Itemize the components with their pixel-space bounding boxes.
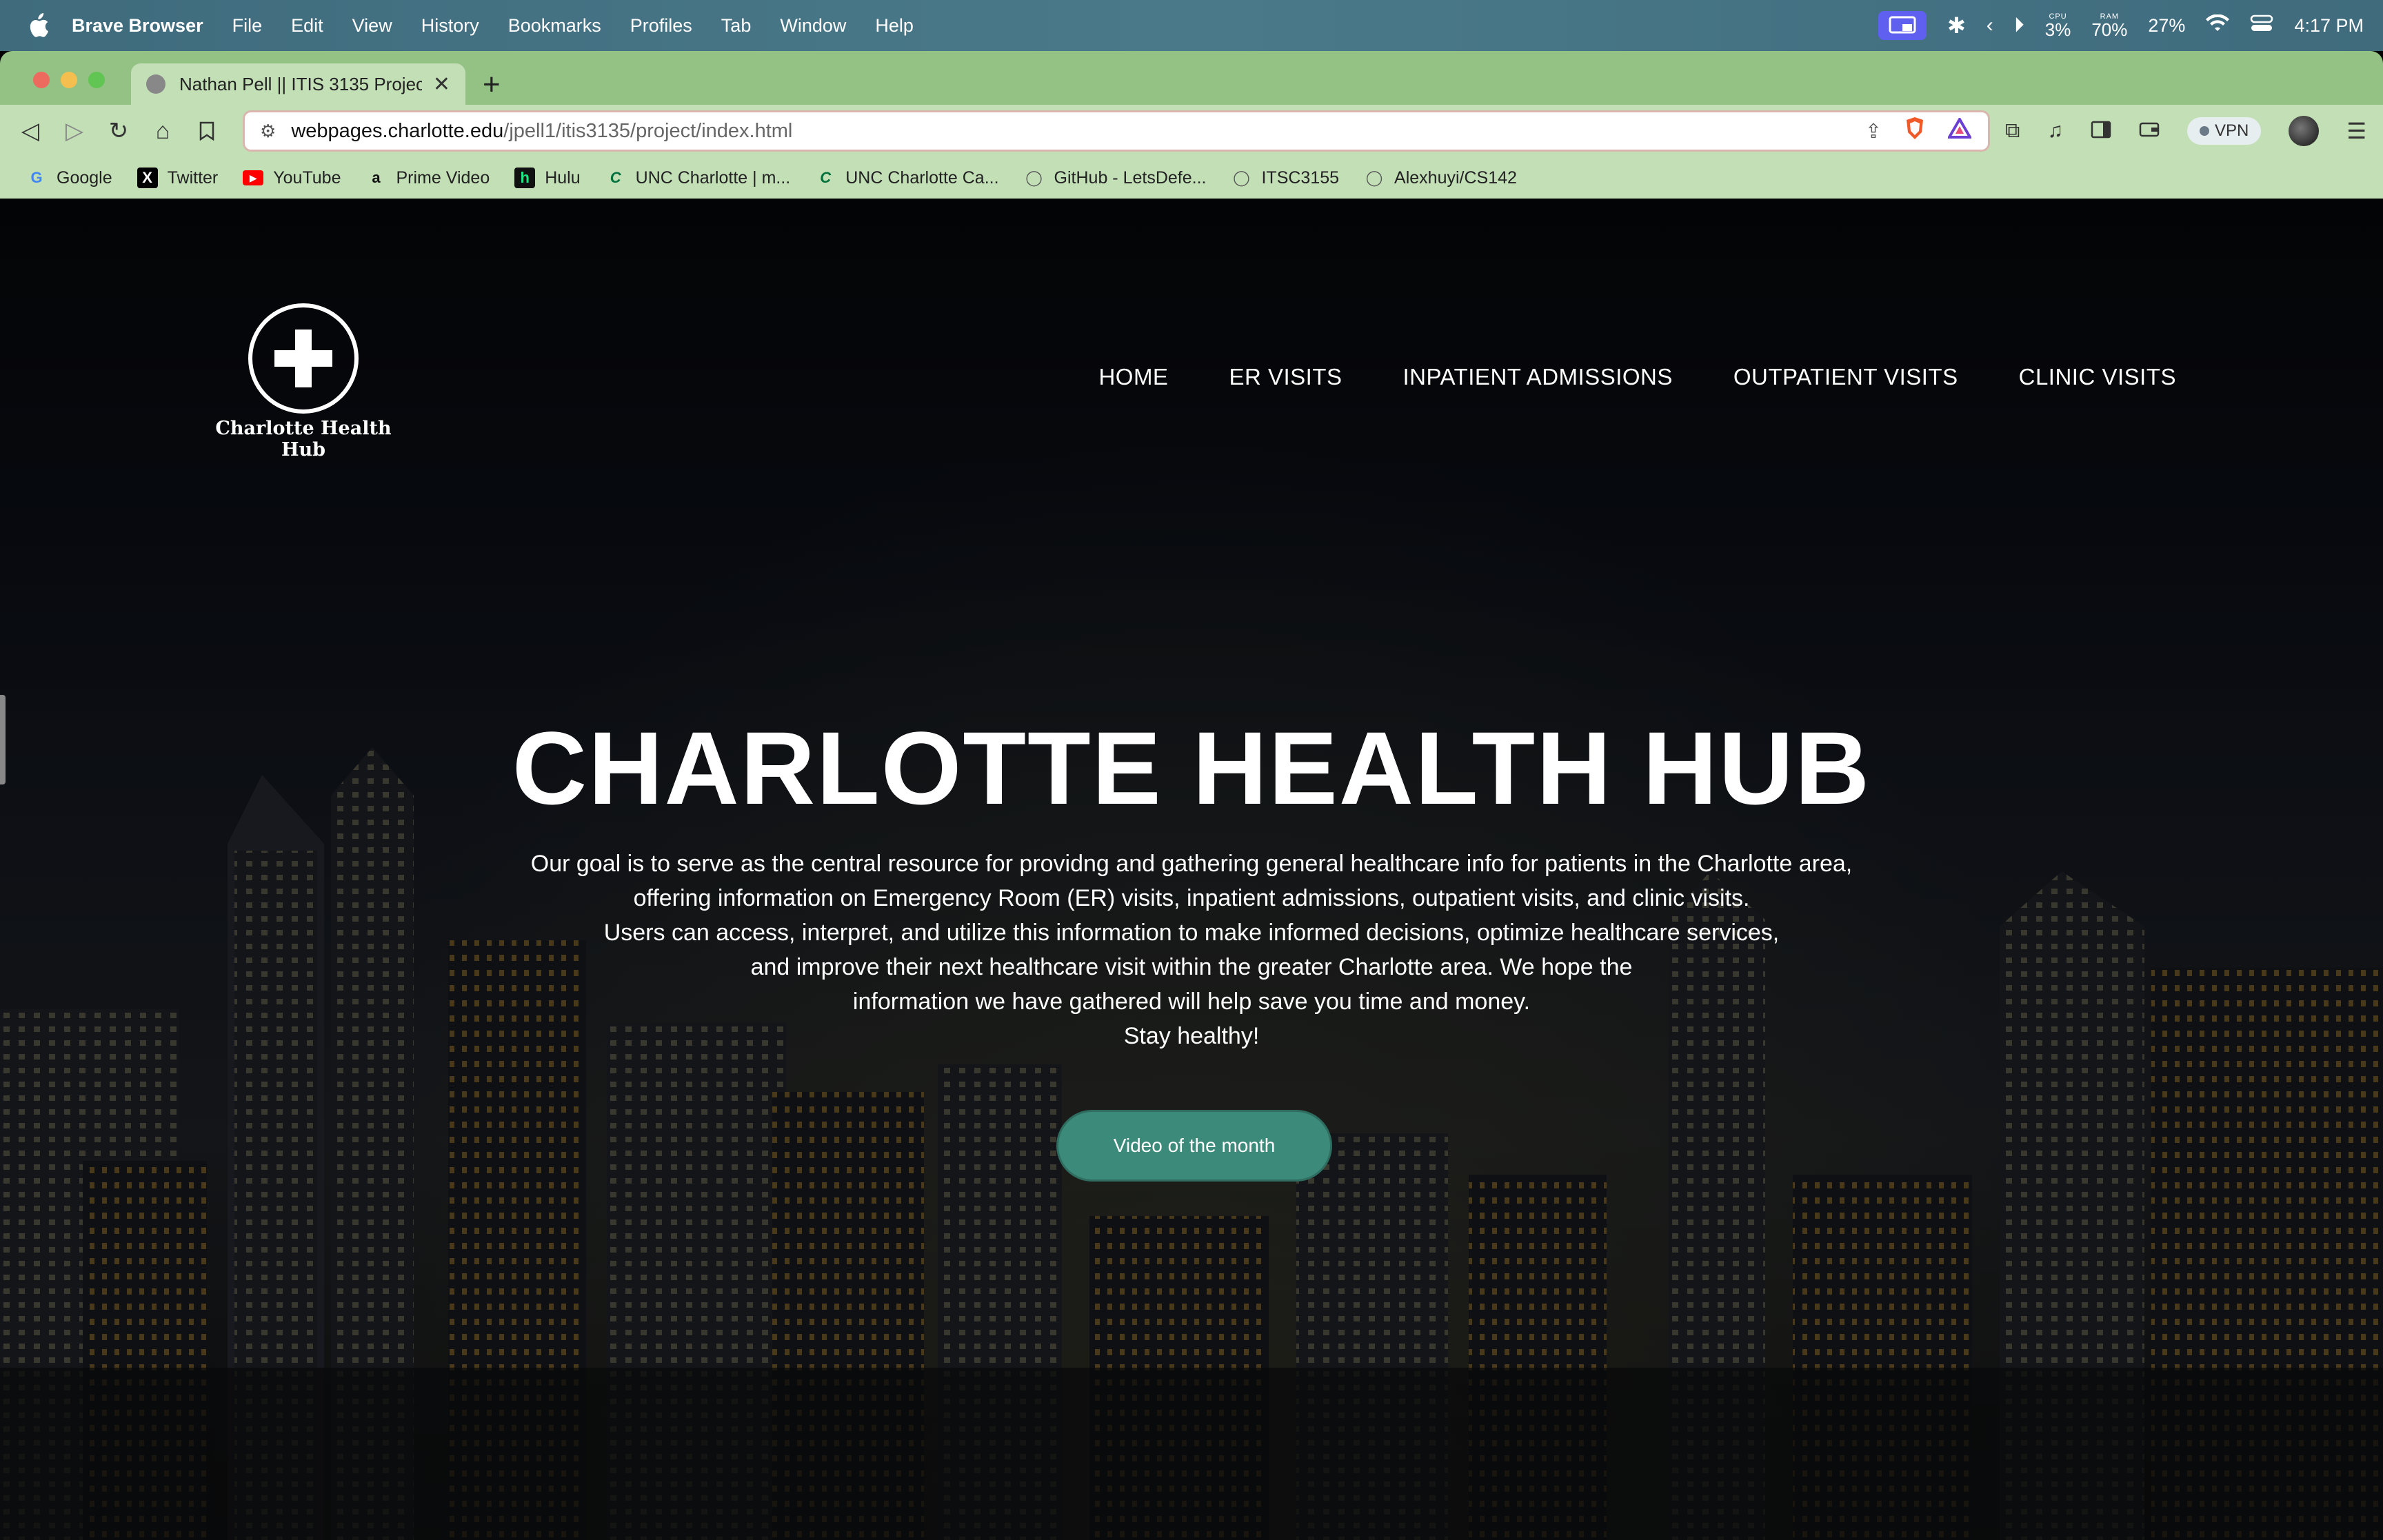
bookmark-prime-video[interactable]: a Prime Video — [366, 168, 490, 188]
bookmark-twitter[interactable]: X Twitter — [137, 168, 218, 188]
address-bar[interactable]: ⚙ webpages.charlotte.edu /jpell1/itis313… — [243, 110, 1990, 152]
bookmark-unc-charlotte-m[interactable]: C UNC Charlotte | m... — [605, 168, 791, 188]
play-circle-icon[interactable]: ⏵ — [2014, 14, 2024, 37]
menu-edit[interactable]: Edit — [291, 15, 323, 37]
github-icon: ◯ — [1025, 169, 1043, 186]
menu-history[interactable]: History — [421, 15, 479, 37]
tab-favicon-icon — [146, 74, 165, 94]
github-icon: ◯ — [1365, 169, 1383, 186]
control-center-icon[interactable] — [2250, 14, 2273, 37]
menu-view[interactable]: View — [352, 15, 392, 37]
menu-window[interactable]: Window — [780, 15, 846, 37]
menu-icon[interactable]: ☰ — [2346, 118, 2366, 144]
chevron-left-icon[interactable]: ‹ — [1987, 14, 1993, 37]
bookmark-alexhuyi-cs142[interactable]: ◯ Alexhuyi/CS142 — [1364, 168, 1517, 188]
nav-outpatient-visits[interactable]: OUTPATIENT VISITS — [1733, 364, 1958, 390]
browser-toolbar: ◁ ▷ ↻ ⌂ ⚙ webpages.charlotte.edu /jpell1… — [0, 105, 2383, 157]
hero-title: CHARLOTTE HEALTH HUB — [512, 710, 1871, 826]
vpn-label: VPN — [2214, 121, 2249, 140]
hero-line: information we have gathered will help s… — [852, 989, 1531, 1015]
hero-line: Users can access, interpret, and utilize… — [603, 920, 1780, 946]
tab-title: Nathan Pell || ITIS 3135 Project — [179, 73, 422, 94]
unc-charlotte-icon: C — [610, 169, 621, 186]
youtube-icon: ▶ — [243, 170, 264, 185]
nav-clinic-visits[interactable]: CLINIC VISITS — [2019, 364, 2176, 390]
hero-line: offering information on Emergency Room (… — [633, 885, 1750, 911]
minimize-window-button[interactable] — [61, 72, 77, 88]
new-tab-button[interactable]: + — [483, 68, 501, 102]
tab-active[interactable]: Nathan Pell || ITIS 3135 Project ✕ — [131, 63, 465, 105]
amazon-icon: a — [372, 169, 381, 186]
brave-shields-icon[interactable] — [1904, 116, 1926, 146]
hero-line: Stay healthy! — [1123, 1023, 1260, 1049]
tab-strip: Nathan Pell || ITIS 3135 Project ✕ + — [0, 51, 2383, 105]
wallet-icon[interactable] — [2139, 121, 2160, 142]
menu-tab[interactable]: Tab — [721, 15, 752, 37]
menu-help[interactable]: Help — [875, 15, 914, 37]
profile-avatar[interactable] — [2289, 116, 2320, 146]
wifi-icon[interactable] — [2206, 13, 2230, 37]
clock[interactable]: 4:17 PM — [2294, 15, 2364, 37]
hulu-icon: h — [514, 168, 536, 188]
vpn-status-icon — [2199, 126, 2209, 136]
apple-menu-icon[interactable] — [25, 12, 52, 39]
site-settings-icon[interactable]: ⚙ — [260, 121, 276, 142]
home-icon[interactable]: ⌂ — [149, 117, 177, 145]
url-path: /jpell1/itis3135/project/index.html — [503, 119, 793, 142]
battery-percent[interactable]: 27% — [2148, 15, 2185, 37]
video-of-the-month-button[interactable]: Video of the month — [1056, 1110, 1332, 1182]
close-tab-icon[interactable]: ✕ — [433, 72, 450, 97]
reload-icon[interactable]: ↻ — [105, 117, 132, 145]
macos-menubar: Brave Browser File Edit View History Boo… — [0, 0, 2383, 51]
sidebar-icon[interactable] — [2091, 121, 2111, 142]
cpu-stat[interactable]: CPU 3% — [2045, 12, 2071, 39]
logo-text: Charlotte Health Hub — [215, 418, 392, 460]
github-icon: ◯ — [1233, 169, 1250, 186]
back-icon[interactable]: ◁ — [17, 117, 44, 145]
close-window-button[interactable] — [33, 72, 50, 88]
bookmarks-bar: G Google X Twitter ▶ YouTube a Prime Vid… — [0, 157, 2383, 199]
media-icon[interactable]: ♫ — [2047, 119, 2063, 143]
unc-charlotte-icon: C — [820, 169, 832, 186]
url-host: webpages.charlotte.edu — [291, 119, 504, 142]
nav-er-visits[interactable]: ER VISITS — [1229, 364, 1342, 390]
brave-rewards-icon[interactable] — [1947, 116, 1973, 144]
nav-home[interactable]: HOME — [1098, 364, 1168, 390]
main-nav: HOME ER VISITS INPATIENT ADMISSIONS OUTP… — [1098, 364, 2176, 390]
bookmark-google[interactable]: G Google — [26, 168, 112, 188]
menu-profiles[interactable]: Profiles — [630, 15, 692, 37]
ram-stat[interactable]: RAM 70% — [2091, 12, 2127, 39]
maximize-window-button[interactable] — [88, 72, 105, 88]
bookmark-youtube[interactable]: ▶ YouTube — [243, 168, 341, 188]
bookmark-page-icon[interactable] — [193, 117, 221, 145]
forward-icon[interactable]: ▷ — [61, 117, 88, 145]
hero-line: and improve their next healthcare visit … — [750, 954, 1633, 980]
hero-description: Our goal is to serve as the central reso… — [0, 847, 2383, 1053]
share-icon[interactable]: ⇪ — [1865, 119, 1882, 143]
vpn-button[interactable]: VPN — [2186, 117, 2262, 145]
bluetooth-icon[interactable]: ✱ — [1947, 12, 1966, 39]
web-page: Charlotte Health Hub HOME ER VISITS INPA… — [0, 199, 2383, 1540]
screen-mirroring-icon[interactable] — [1878, 11, 1927, 40]
browser-window: Nathan Pell || ITIS 3135 Project ✕ + ◁ ▷… — [0, 51, 2383, 1540]
menu-file[interactable]: File — [232, 15, 263, 37]
nav-inpatient-admissions[interactable]: INPATIENT ADMISSIONS — [1402, 364, 1672, 390]
menu-bookmarks[interactable]: Bookmarks — [508, 15, 601, 37]
extensions-icon[interactable]: ⧉ — [2005, 119, 2020, 143]
bookmark-itsc3155[interactable]: ◯ ITSC3155 — [1231, 168, 1339, 188]
x-twitter-icon: X — [137, 168, 158, 188]
medical-cross-icon — [248, 303, 359, 414]
site-logo[interactable]: Charlotte Health Hub — [214, 303, 393, 460]
bookmark-hulu[interactable]: h Hulu — [514, 168, 581, 188]
google-icon: G — [30, 169, 43, 186]
menu-app-name[interactable]: Brave Browser — [72, 15, 203, 37]
window-controls — [33, 72, 105, 88]
hero-line: Our goal is to serve as the central reso… — [530, 851, 1853, 877]
bookmark-github-letsdefend[interactable]: ◯ GitHub - LetsDefe... — [1024, 168, 1206, 188]
bookmark-unc-charlotte-ca[interactable]: C UNC Charlotte Ca... — [815, 168, 998, 188]
